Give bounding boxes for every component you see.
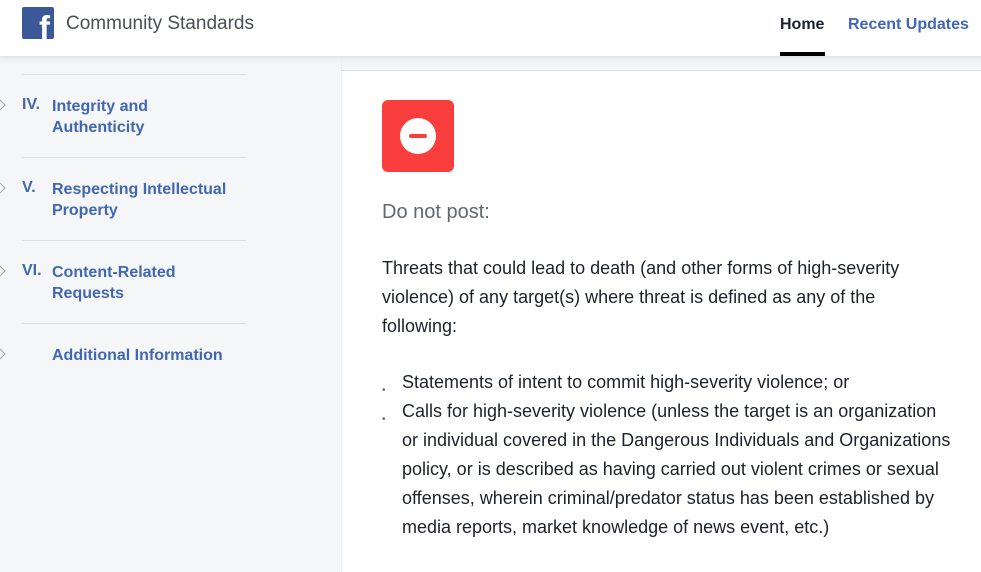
list-item-text: Statements of intent to commit high-seve… <box>402 372 850 392</box>
chevron-right-icon <box>0 99 6 111</box>
site-title[interactable]: Community Standards <box>66 13 254 35</box>
nav-home-link[interactable]: Home <box>780 16 824 34</box>
list-item: • Calls for high-severity violence (unle… <box>382 397 952 542</box>
sidebar-divider <box>22 74 246 75</box>
sidebar-item-number: V. <box>22 179 36 196</box>
sidebar-item-intellectual-property[interactable]: V. Respecting Intellectual Property <box>0 179 300 223</box>
sidebar-item-integrity-authenticity[interactable]: IV. Integrity and Authenticity <box>0 96 300 140</box>
active-tab-indicator <box>780 52 825 56</box>
sidebar-item-label: Content-Related Requests <box>52 264 176 302</box>
sidebar-divider <box>22 157 246 158</box>
sidebar-item-number: VI. <box>22 262 42 279</box>
sidebar-item-number: IV. <box>22 96 41 113</box>
top-navigation-bar: f Community Standards Home Recent Update… <box>0 0 981 56</box>
sidebar-divider <box>22 240 246 241</box>
sidebar-divider <box>22 323 246 324</box>
sidebar-item-label: Additional Information <box>52 347 223 364</box>
sidebar-item-additional-information[interactable]: Additional Information <box>0 345 300 367</box>
sidebar-item-label: Integrity and Authenticity <box>52 98 149 136</box>
chevron-right-icon <box>0 182 6 194</box>
facebook-logo-icon[interactable]: f <box>22 7 54 39</box>
content-divider <box>342 70 981 71</box>
chevron-right-icon <box>0 265 6 277</box>
bullet-icon: • <box>382 414 386 425</box>
section-heading: Do not post: <box>382 201 490 223</box>
nav-recent-updates-link[interactable]: Recent Updates <box>848 16 969 34</box>
sidebar-item-content-related-requests[interactable]: VI. Content-Related Requests <box>0 262 300 306</box>
policy-paragraph: Threats that could lead to death (and ot… <box>382 258 900 336</box>
sidebar-item-label: Respecting Intellectual Property <box>52 181 227 219</box>
block-minus-icon <box>382 100 454 172</box>
sidebar: IV. Integrity and Authenticity V. Respec… <box>0 56 342 572</box>
chevron-right-icon <box>0 348 6 360</box>
list-item: • Statements of intent to commit high-se… <box>382 368 952 397</box>
policy-bullet-list: • Statements of intent to commit high-se… <box>382 368 952 542</box>
list-item-text: Calls for high-severity violence (unless… <box>402 401 951 537</box>
